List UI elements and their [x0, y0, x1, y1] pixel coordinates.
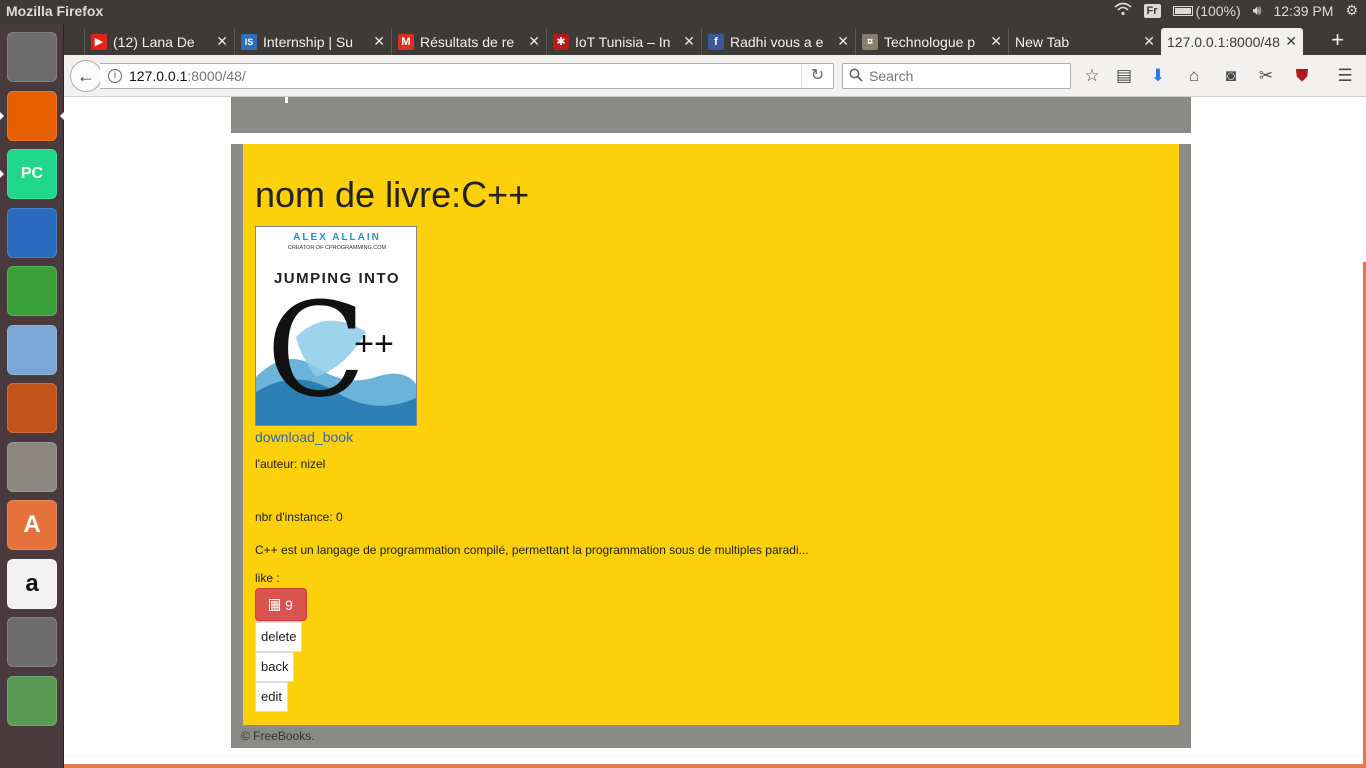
tab-label: Résultats de re [420, 33, 515, 50]
youtube-icon: ▶ [91, 33, 107, 50]
browser-tab[interactable]: ✱ IoT Tunisia – In ✕ [546, 28, 701, 55]
url-path: :8000/48/ [187, 68, 246, 84]
back-link-button[interactable]: back [255, 652, 295, 682]
launcher-pycharm-icon[interactable]: PC [7, 149, 57, 199]
bookmark-star-icon[interactable]: ☆ [1081, 65, 1103, 87]
web-content: nom de livre:C++ ALEX ALLAIN CREATOR OF … [64, 97, 1366, 768]
cover-letter-c: C [266, 274, 365, 426]
edit-button[interactable]: edit [255, 682, 288, 712]
gear-icon[interactable]: ⚙ [1345, 2, 1358, 19]
cover-author: ALEX ALLAIN [293, 232, 381, 243]
launcher-software-center-icon[interactable]: A [7, 500, 57, 550]
reading-list-icon[interactable]: ▤ [1113, 65, 1135, 87]
launcher-firefox-icon[interactable] [7, 90, 57, 141]
launcher-android-studio-icon[interactable] [7, 675, 57, 726]
like-label: like : [255, 571, 280, 585]
browser-tab[interactable]: New Tab ✕ [1008, 28, 1161, 55]
content-frame: nom de livre:C++ ALEX ALLAIN CREATOR OF … [231, 144, 1191, 748]
browser-tab[interactable]: f Radhi vous a e ✕ [701, 28, 855, 55]
arrow-left-icon: ← [77, 65, 95, 86]
launcher-writer-icon[interactable] [7, 207, 57, 258]
window-title: Mozilla Firefox [6, 3, 104, 19]
search-icon [849, 68, 863, 85]
close-tab-icon[interactable]: ✕ [528, 33, 540, 50]
close-tab-icon[interactable]: ✕ [837, 33, 849, 50]
battery-indicator[interactable]: (100%) [1172, 2, 1241, 19]
cover-subtitle: CREATOR OF CPROGRAMMING.COM [288, 245, 387, 251]
like-count: 9 [285, 596, 293, 613]
tab-label: IoT Tunisia – In [575, 33, 671, 50]
pocket-icon[interactable]: ◙ [1220, 65, 1242, 87]
tab-label: Radhi vous a e [730, 33, 824, 50]
footer-copyright: © FreeBooks. [241, 729, 315, 743]
home-icon[interactable]: ⌂ [1183, 65, 1205, 87]
tab-label: 127.0.0.1:8000/48 [1167, 33, 1280, 50]
system-indicators: Fr (100%) 🔊︎ 12:39 PM ⚙ [1114, 2, 1358, 19]
delete-button[interactable]: delete [255, 622, 303, 652]
book-cover-image: ALEX ALLAIN CREATOR OF CPROGRAMMING.COM … [255, 226, 417, 426]
book-detail-panel: nom de livre:C++ ALEX ALLAIN CREATOR OF … [243, 144, 1179, 725]
new-tab-button[interactable]: + [1331, 28, 1344, 52]
download-icon[interactable]: ⬇ [1147, 65, 1169, 87]
battery-icon [1172, 5, 1193, 16]
is-icon: IS [241, 33, 257, 50]
search-box[interactable] [842, 63, 1071, 89]
download-book-link[interactable]: download_book [255, 429, 353, 445]
tab-bar: ▶ (12) Lana De ✕ IS Internship | Su ✕ M Résulta… [64, 24, 1366, 55]
keyboard-layout-indicator[interactable]: Fr [1143, 3, 1161, 18]
description-text: C++ est un langage de programmation comp… [255, 543, 809, 557]
ublock-icon[interactable]: ⛊ [1291, 65, 1313, 87]
wifi-icon[interactable] [1114, 2, 1132, 19]
like-button[interactable]: ▦ 9 [255, 588, 307, 621]
running-indicator [0, 170, 4, 178]
browser-tab[interactable]: M Résultats de re ✕ [391, 28, 546, 55]
launcher: PC Aa [0, 24, 64, 768]
system-top-bar: Mozilla Firefox Fr (100%) 🔊︎ 12:39 PM ⚙ [0, 0, 1366, 24]
browser-tab[interactable]: ¤ Technologue p ✕ [855, 28, 1008, 55]
close-tab-icon[interactable]: ✕ [990, 33, 1002, 50]
url-host: 127.0.0.1 [129, 68, 188, 84]
close-tab-icon[interactable]: ✕ [216, 33, 228, 50]
facebook-icon: f [708, 33, 724, 50]
launcher-impress-icon[interactable] [7, 383, 57, 433]
menu-icon[interactable]: ☰ [1334, 65, 1356, 87]
bottom-accent-bar [64, 764, 1366, 768]
close-tab-icon[interactable]: ✕ [1143, 33, 1155, 50]
browser-tab[interactable]: 127.0.0.1:8000/48 ✕ [1161, 28, 1303, 55]
tab-label: Internship | Su [263, 33, 354, 50]
clock[interactable]: 12:39 PM [1274, 3, 1334, 19]
cover-plus: ++ [354, 325, 394, 363]
gmail-icon: M [398, 33, 414, 50]
screenshot-icon[interactable]: ✂ [1255, 65, 1277, 87]
close-tab-icon[interactable]: ✕ [683, 33, 695, 50]
navigation-toolbar: ← i 127.0.0.1:8000/48/ ↻ ☆ ▤ ⬇ ⌂ ◙ ✂ ⛊ ☰ [64, 55, 1366, 97]
back-button[interactable]: ← [70, 60, 102, 92]
close-tab-icon[interactable]: ✕ [1285, 33, 1297, 50]
info-icon[interactable]: i [108, 69, 122, 83]
like-icon: ▦ [269, 598, 281, 611]
instance-count-text: nbr d'instance: 0 [255, 510, 343, 524]
launcher-amazon-icon[interactable]: a [7, 558, 57, 609]
battery-percent: (100%) [1195, 2, 1241, 19]
techno-icon: ¤ [862, 33, 878, 50]
book-title: nom de livre:C++ [255, 174, 530, 215]
launcher-calc-icon[interactable] [7, 266, 57, 316]
close-tab-icon[interactable]: ✕ [373, 33, 385, 50]
launcher-dash-icon[interactable] [7, 32, 57, 82]
site-header [231, 97, 1191, 133]
running-indicator [0, 111, 4, 120]
browser-tab[interactable]: IS Internship | Su ✕ [234, 28, 391, 55]
url-bar[interactable]: i 127.0.0.1:8000/48/ ↻ [100, 63, 834, 89]
iot-icon: ✱ [553, 33, 569, 50]
launcher-files-icon[interactable] [7, 441, 57, 492]
volume-icon[interactable]: 🔊︎ [1253, 2, 1262, 19]
browser-tab[interactable]: ▶ (12) Lana De ✕ [84, 28, 234, 55]
search-input[interactable] [869, 68, 1049, 84]
launcher-settings-icon[interactable] [7, 617, 57, 667]
tab-label: New Tab [1015, 33, 1070, 50]
header-fragment [285, 97, 288, 103]
reload-icon[interactable]: ↻ [801, 64, 833, 88]
launcher-virtualbox-icon[interactable] [7, 324, 57, 375]
author-text: l'auteur: nizel [255, 457, 326, 471]
